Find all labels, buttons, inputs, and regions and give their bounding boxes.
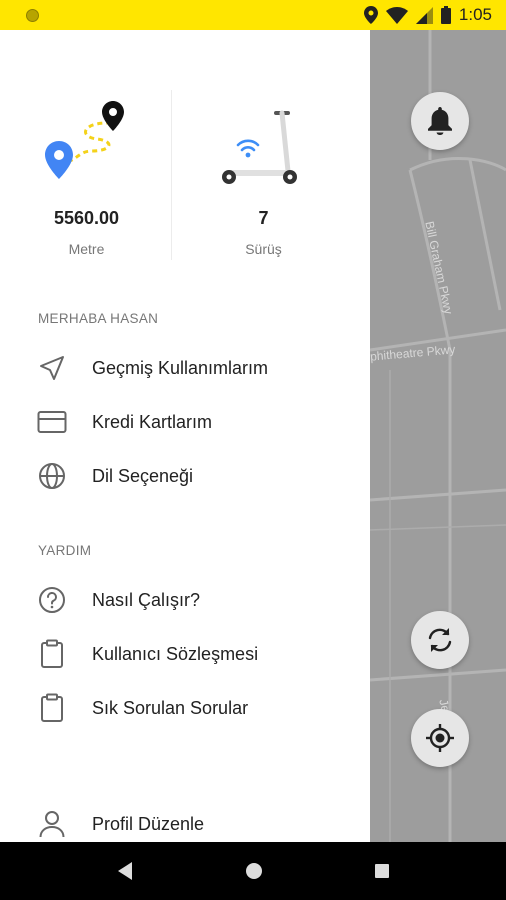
menu-item-label: Kullanıcı Sözleşmesi (92, 643, 259, 664)
menu-item-history[interactable]: Geçmiş Kullanımlarım (0, 345, 370, 391)
menu-item-label: Dil Seçeneği (92, 465, 194, 486)
refresh-icon (428, 628, 452, 652)
status-left (26, 8, 39, 22)
globe-icon (37, 461, 67, 491)
menu-item-edit-profile[interactable]: Profil Düzenle (0, 801, 370, 842)
status-right: 1:05 (363, 5, 492, 25)
user-icon (37, 809, 67, 839)
menu-item-label: Kredi Kartlarım (92, 411, 213, 432)
menu-item-label: Sık Sorulan Sorular (92, 697, 249, 718)
home-icon[interactable] (245, 862, 263, 880)
recents-icon[interactable] (374, 863, 390, 879)
route-illustration-icon (0, 90, 179, 202)
help-section-title: YARDIM (38, 543, 92, 558)
greeting-section-title: MERHABA HASAN (38, 311, 159, 326)
clipboard-icon (37, 639, 67, 669)
notification-bell-button[interactable] (411, 92, 469, 150)
location-icon (363, 6, 378, 24)
refresh-button[interactable] (411, 611, 469, 669)
distance-label: Metre (68, 241, 105, 257)
menu-item-label: Geçmiş Kullanımlarım (92, 357, 269, 378)
stats-panel: 5560.00 Metre 7 Sürüş (0, 90, 370, 310)
clipboard-icon (37, 693, 67, 723)
menu-item-credit-cards[interactable]: Kredi Kartlarım (0, 399, 370, 445)
scooter-illustration-icon (171, 90, 356, 202)
menu-item-how-it-works[interactable]: Nasıl Çalışır? (0, 577, 370, 623)
distance-value: 5560.00 (53, 208, 120, 228)
navigation-arrow-icon (37, 353, 67, 383)
help-circle-icon (37, 585, 67, 615)
rides-stat: 7 Sürüş (171, 90, 356, 257)
signal-icon (415, 6, 433, 24)
back-icon[interactable] (116, 861, 134, 881)
status-time: 1:05 (458, 5, 492, 24)
status-bar: 1:05 (0, 0, 506, 30)
menu-item-user-agreement[interactable]: Kullanıcı Sözleşmesi (0, 631, 370, 677)
distance-stat: 5560.00 Metre (0, 90, 179, 257)
notification-dot-icon (26, 8, 39, 22)
menu-item-label: Nasıl Çalışır? (92, 589, 201, 610)
rides-label: Sürüş (245, 241, 282, 257)
system-nav-bar (0, 842, 506, 900)
menu-item-label: Profil Düzenle (92, 813, 205, 834)
wifi-icon (385, 6, 408, 24)
menu-item-language[interactable]: Dil Seçeneği (0, 453, 370, 499)
bell-icon (428, 107, 452, 135)
map-view[interactable]: Bill Graham Pkwy phitheatre Pkwy Je (370, 30, 506, 842)
menu-item-faq[interactable]: Sık Sorulan Sorular (0, 685, 370, 731)
crosshair-icon (426, 724, 454, 752)
battery-icon (440, 6, 451, 24)
my-location-button[interactable] (411, 709, 469, 767)
rides-value: 7 (258, 208, 269, 228)
credit-card-icon (37, 407, 67, 437)
navigation-drawer: 5560.00 Metre 7 Sürüş MERHABA HASAN Geçm… (0, 30, 370, 842)
